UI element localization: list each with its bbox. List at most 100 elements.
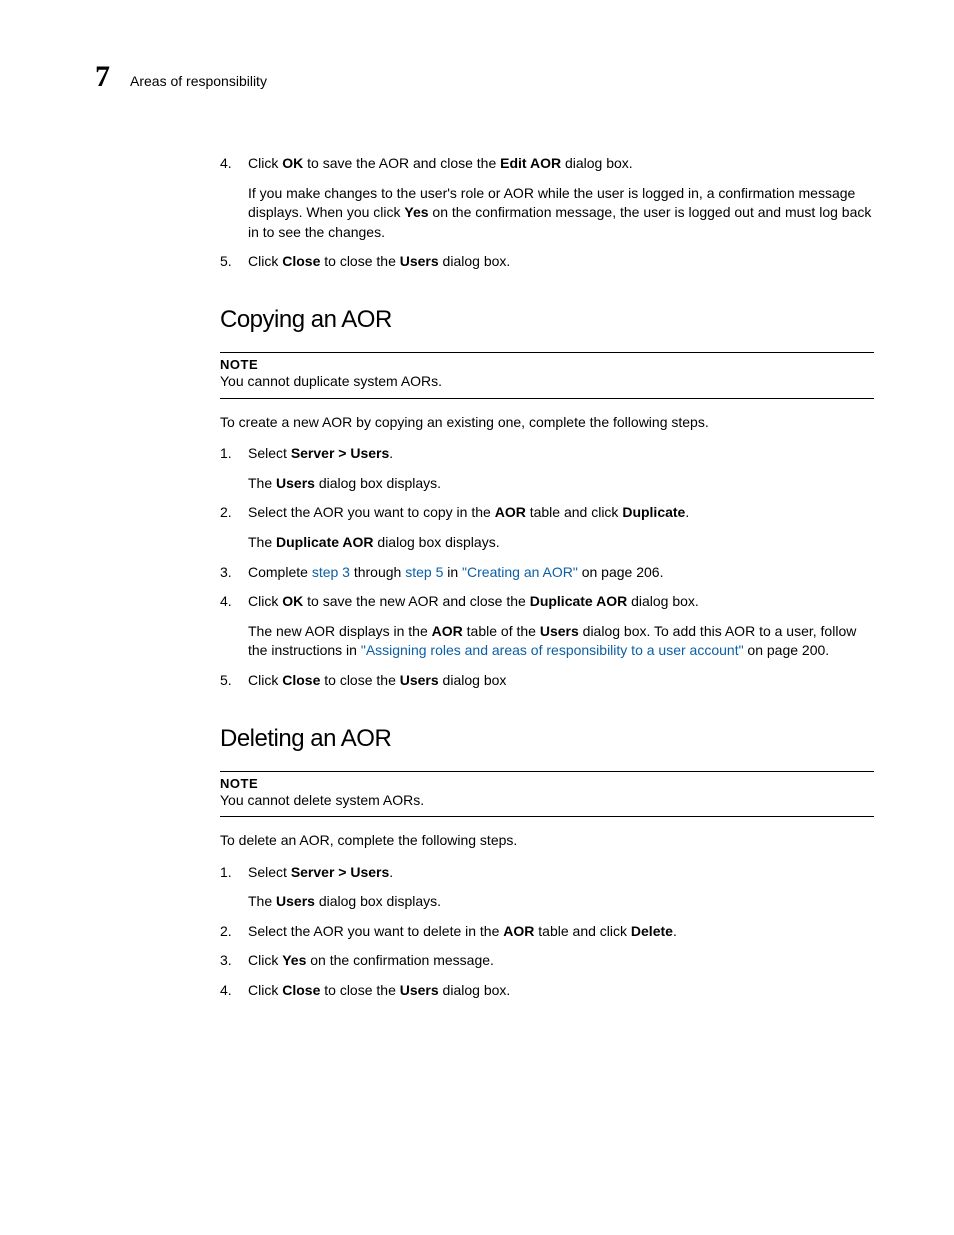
step-body: Select Server > Users. The Users dialog … bbox=[248, 863, 874, 912]
delete-label: Delete bbox=[631, 923, 673, 939]
text: Select the AOR you want to copy in the bbox=[248, 504, 495, 520]
page-header: 7 Areas of responsibility bbox=[95, 60, 874, 94]
text: Click bbox=[248, 982, 282, 998]
text: table and click bbox=[534, 923, 631, 939]
step-5: 5. Click Close to close the Users dialog… bbox=[220, 252, 874, 272]
text: dialog box bbox=[439, 672, 507, 688]
duplicate-label: Duplicate bbox=[622, 504, 685, 520]
step-4: 4. Click OK to save the new AOR and clos… bbox=[220, 592, 874, 661]
note-label: NOTE bbox=[220, 776, 874, 791]
text: dialog box. bbox=[627, 593, 699, 609]
link-step5[interactable]: step 5 bbox=[405, 564, 443, 580]
step-body: Click Close to close the Users dialog bo… bbox=[248, 671, 874, 691]
step-sub: The Users dialog box displays. bbox=[248, 892, 874, 912]
text: Click bbox=[248, 593, 282, 609]
users-label: Users bbox=[276, 893, 315, 909]
step-body: Click Close to close the Users dialog bo… bbox=[248, 981, 874, 1001]
note-label: NOTE bbox=[220, 357, 874, 372]
step-5: 5. Click Close to close the Users dialog… bbox=[220, 671, 874, 691]
step-number: 2. bbox=[220, 503, 248, 552]
step-number: 3. bbox=[220, 563, 248, 583]
users-label: Users bbox=[400, 672, 439, 688]
note-block: NOTE You cannot delete system AORs. bbox=[220, 771, 874, 818]
text: dialog box displays. bbox=[315, 475, 441, 491]
text: The bbox=[248, 893, 276, 909]
aor-label: AOR bbox=[503, 923, 534, 939]
text: through bbox=[350, 564, 405, 580]
step-2: 2. Select the AOR you want to copy in th… bbox=[220, 503, 874, 552]
heading-copying-aor: Copying an AOR bbox=[220, 306, 874, 334]
step-number: 5. bbox=[220, 252, 248, 272]
close-label: Close bbox=[282, 982, 320, 998]
text: on the confirmation message. bbox=[306, 952, 494, 968]
step-number: 1. bbox=[220, 444, 248, 493]
text: The new AOR displays in the bbox=[248, 623, 432, 639]
ok-label: OK bbox=[282, 593, 303, 609]
step-1: 1. Select Server > Users. The Users dial… bbox=[220, 863, 874, 912]
close-label: Close bbox=[282, 672, 320, 688]
step-sub: The Users dialog box displays. bbox=[248, 474, 874, 494]
aor-label: AOR bbox=[432, 623, 463, 639]
chapter-title: Areas of responsibility bbox=[130, 73, 267, 89]
note-text: You cannot delete system AORs. bbox=[220, 791, 874, 811]
close-label: Close bbox=[282, 253, 320, 269]
duplicate-aor-label: Duplicate AOR bbox=[276, 534, 374, 550]
menu-path: Server > Users bbox=[291, 445, 389, 461]
text: to close the bbox=[320, 253, 399, 269]
step-body: Click Yes on the confirmation message. bbox=[248, 951, 874, 971]
heading-deleting-aor: Deleting an AOR bbox=[220, 725, 874, 753]
yes-label: Yes bbox=[404, 204, 428, 220]
text: in bbox=[443, 564, 462, 580]
link-assigning-roles[interactable]: "Assigning roles and areas of responsibi… bbox=[361, 642, 744, 658]
step-number: 5. bbox=[220, 671, 248, 691]
step-body: Click Close to close the Users dialog bo… bbox=[248, 252, 874, 272]
step-2: 2. Select the AOR you want to delete in … bbox=[220, 922, 874, 942]
content-area: 4. Click OK to save the AOR and close th… bbox=[220, 154, 874, 1001]
text: to close the bbox=[320, 982, 399, 998]
users-label: Users bbox=[400, 982, 439, 998]
text: table and click bbox=[526, 504, 623, 520]
duplicate-aor-label: Duplicate AOR bbox=[530, 593, 628, 609]
yes-label: Yes bbox=[282, 952, 306, 968]
text: to save the AOR and close the bbox=[303, 155, 500, 171]
step-body: Select the AOR you want to delete in the… bbox=[248, 922, 874, 942]
step-4: 4. Click Close to close the Users dialog… bbox=[220, 981, 874, 1001]
text: on page 206. bbox=[578, 564, 664, 580]
text: Select the AOR you want to delete in the bbox=[248, 923, 503, 939]
text: . bbox=[389, 864, 393, 880]
step-number: 4. bbox=[220, 154, 248, 242]
menu-path: Server > Users bbox=[291, 864, 389, 880]
link-step3[interactable]: step 3 bbox=[312, 564, 350, 580]
link-creating-aor[interactable]: "Creating an AOR" bbox=[462, 564, 578, 580]
step-body: Click OK to save the new AOR and close t… bbox=[248, 592, 874, 661]
copying-steps-list: 1. Select Server > Users. The Users dial… bbox=[220, 444, 874, 690]
intro-paragraph: To create a new AOR by copying an existi… bbox=[220, 413, 874, 433]
text: dialog box displays. bbox=[374, 534, 500, 550]
text: . bbox=[673, 923, 677, 939]
text: Select bbox=[248, 864, 291, 880]
text: on page 200. bbox=[744, 642, 830, 658]
step-3: 3. Complete step 3 through step 5 in "Cr… bbox=[220, 563, 874, 583]
text: Click bbox=[248, 952, 282, 968]
text: table of the bbox=[463, 623, 540, 639]
step-number: 4. bbox=[220, 592, 248, 661]
ok-label: OK bbox=[282, 155, 303, 171]
text: dialog box displays. bbox=[315, 893, 441, 909]
text: to save the new AOR and close the bbox=[303, 593, 529, 609]
users-label: Users bbox=[540, 623, 579, 639]
top-steps-list: 4. Click OK to save the AOR and close th… bbox=[220, 154, 874, 272]
step-sub: If you make changes to the user's role o… bbox=[248, 184, 874, 243]
intro-paragraph: To delete an AOR, complete the following… bbox=[220, 831, 874, 851]
step-sub: The new AOR displays in the AOR table of… bbox=[248, 622, 874, 661]
deleting-steps-list: 1. Select Server > Users. The Users dial… bbox=[220, 863, 874, 1001]
page: 7 Areas of responsibility 4. Click OK to… bbox=[0, 0, 954, 1071]
aor-label: AOR bbox=[495, 504, 526, 520]
step-4: 4. Click OK to save the AOR and close th… bbox=[220, 154, 874, 242]
step-1: 1. Select Server > Users. The Users dial… bbox=[220, 444, 874, 493]
step-body: Select Server > Users. The Users dialog … bbox=[248, 444, 874, 493]
step-number: 4. bbox=[220, 981, 248, 1001]
text: . bbox=[685, 504, 689, 520]
text: dialog box. bbox=[561, 155, 633, 171]
step-3: 3. Click Yes on the confirmation message… bbox=[220, 951, 874, 971]
step-number: 2. bbox=[220, 922, 248, 942]
